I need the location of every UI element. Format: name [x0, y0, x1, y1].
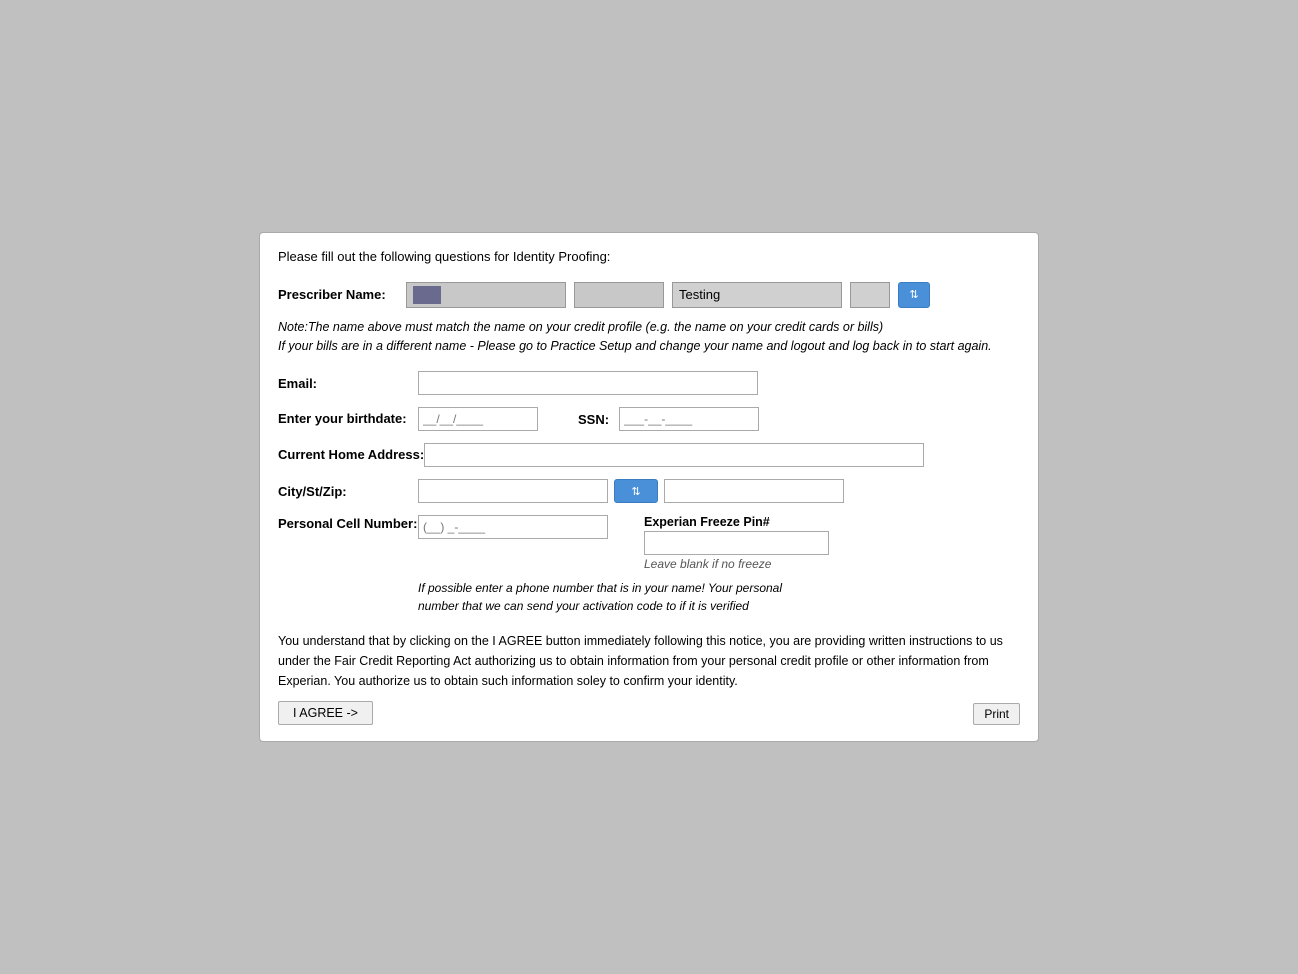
prescriber-first-input-wrapper[interactable]: [406, 282, 566, 308]
experian-note: Leave blank if no freeze: [644, 557, 829, 571]
chevron-updown-icon: ⇅: [909, 288, 918, 301]
form-title: Please fill out the following questions …: [278, 249, 1020, 264]
prescriber-row: Prescriber Name: Testing ⇅: [278, 282, 1020, 308]
prescriber-last-display[interactable]: Testing: [672, 282, 842, 308]
ssn-label: SSN:: [578, 412, 609, 427]
experian-input[interactable]: [644, 531, 829, 555]
prescriber-middle-input[interactable]: [574, 282, 664, 308]
print-button[interactable]: Print: [973, 703, 1020, 725]
city-input[interactable]: [418, 479, 608, 503]
birthdate-ssn-row: Enter your birthdate: SSN:: [278, 407, 1020, 431]
city-st-zip-row: City/St/Zip: ⇅: [278, 479, 1020, 503]
agree-button[interactable]: I AGREE ->: [278, 701, 373, 725]
ssn-input[interactable]: [619, 407, 759, 431]
prescriber-label: Prescriber Name:: [278, 287, 398, 302]
birthdate-input[interactable]: [418, 407, 538, 431]
zip-input[interactable]: [664, 479, 844, 503]
email-input[interactable]: [418, 371, 758, 395]
bottom-row: I AGREE -> Print: [278, 701, 1020, 725]
address-row: Current Home Address:: [278, 443, 1020, 467]
prescriber-suffix-select[interactable]: ⇅: [898, 282, 930, 308]
personal-cell-label: Personal Cell Number:: [278, 515, 418, 533]
birthdate-label: Enter your birthdate:: [278, 410, 418, 428]
state-chevron-icon: ⇅: [631, 485, 640, 498]
phone-input[interactable]: [418, 515, 608, 539]
phone-note: If possible enter a phone number that is…: [418, 579, 798, 615]
phone-experian-wrapper: Experian Freeze Pin# Leave blank if no f…: [418, 515, 829, 571]
experian-section: Experian Freeze Pin# Leave blank if no f…: [644, 515, 829, 571]
agreement-text: You understand that by clicking on the I…: [278, 631, 1020, 691]
experian-label: Experian Freeze Pin#: [644, 515, 829, 529]
identity-proofing-form: Please fill out the following questions …: [259, 232, 1039, 743]
address-label: Current Home Address:: [278, 446, 424, 464]
prescriber-suffix-input[interactable]: [850, 282, 890, 308]
city-st-zip-label: City/St/Zip:: [278, 484, 418, 499]
personal-cell-section: Personal Cell Number: Experian Freeze Pi…: [278, 515, 1020, 571]
prescriber-first-icon: [413, 286, 441, 304]
prescriber-note: Note:The name above must match the name …: [278, 318, 1020, 356]
email-row: Email:: [278, 371, 1020, 395]
address-input[interactable]: [424, 443, 924, 467]
city-row-inner: ⇅: [418, 479, 844, 503]
email-label: Email:: [278, 376, 418, 391]
state-select[interactable]: ⇅: [614, 479, 658, 503]
